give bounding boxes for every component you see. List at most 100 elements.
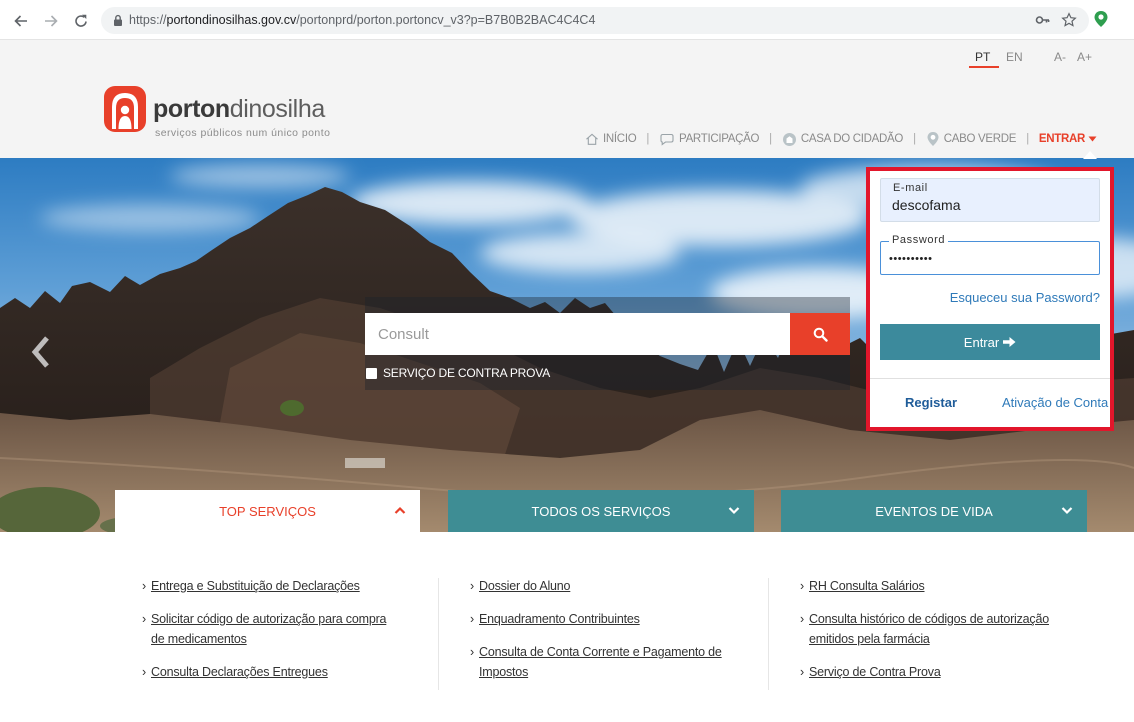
service-link-text: Consulta de Conta Corrente e Pagamento d…: [479, 645, 722, 659]
home-icon: [585, 132, 599, 146]
language-en[interactable]: EN: [1006, 50, 1023, 64]
active-language-indicator: [969, 66, 999, 68]
bullet: ›: [800, 612, 804, 626]
service-link-text: RH Consulta Salários: [809, 579, 925, 593]
bullet: ›: [142, 665, 146, 679]
service-link-text: Impostos: [479, 665, 529, 679]
password-label: Password: [889, 234, 949, 246]
account-activation-link[interactable]: Ativação de Conta: [1002, 395, 1108, 410]
bullet: ›: [470, 612, 474, 626]
forward-button[interactable]: [42, 12, 60, 30]
nav-separator: |: [1026, 133, 1029, 145]
tab-top-servicos[interactable]: TOP SERVIÇOS: [115, 490, 420, 532]
login-submit-label: Entrar: [963, 334, 1000, 350]
nav-item-inicio[interactable]: INÍCIO: [585, 132, 637, 146]
url-host: portondinosilhas.gov.cv: [166, 13, 297, 27]
login-menu-toggle[interactable]: ENTRAR: [1039, 133, 1097, 145]
font-decrease-button[interactable]: A-: [1054, 50, 1066, 64]
nav-item-label: INÍCIO: [603, 133, 637, 145]
service-link[interactable]: › Entrega e Substituição de Declarações: [142, 576, 442, 596]
search-input[interactable]: [365, 313, 790, 355]
service-link-text: Serviço de Contra Prova: [809, 665, 941, 679]
service-link[interactable]: › RH Consulta Salários: [800, 576, 1100, 596]
bullet: ›: [800, 579, 804, 593]
arrow-right-icon: [1003, 336, 1016, 348]
service-link[interactable]: › Solicitar código de autorização para c…: [142, 609, 442, 649]
font-increase-button[interactable]: A+: [1077, 50, 1092, 64]
services-column-1: › Entrega e Substituição de Declarações …: [142, 576, 442, 695]
tab-todos-os-servicos[interactable]: TODOS OS SERVIÇOS: [448, 490, 754, 532]
service-link[interactable]: › Consulta de Conta Corrente e Pagamento…: [470, 642, 770, 682]
email-label: E-mail: [893, 182, 928, 194]
service-link-text: Enquadramento Contribuintes: [479, 612, 640, 626]
forgot-password-link[interactable]: Esqueceu sua Password?: [950, 290, 1100, 305]
password-field[interactable]: Password: [880, 234, 1100, 275]
service-link[interactable]: › Consulta histórico de códigos de autor…: [800, 609, 1100, 649]
bullet: ›: [470, 579, 474, 593]
url-text[interactable]: https://portondinosilhas.gov.cv/portonpr…: [129, 13, 595, 28]
back-button[interactable]: [12, 12, 30, 30]
login-dropdown-highlight-box: E-mail Password Esqueceu sua Password? E…: [866, 167, 1114, 431]
url-path: /portonprd/porton.portoncv_v3?p=B7B0B2BA…: [296, 13, 596, 27]
service-link-text: Entrega e Substituição de Declarações: [151, 579, 360, 593]
reload-button[interactable]: [72, 12, 90, 30]
brand-name-light: dinosilha: [229, 95, 325, 123]
login-menu-label: ENTRAR: [1038, 133, 1085, 145]
chevron-down-icon: [728, 506, 740, 515]
back-arrow-icon: [14, 15, 27, 27]
logo-icon[interactable]: [104, 86, 146, 132]
service-link-text: Dossier do Aluno: [479, 579, 571, 593]
tab-eventos-de-vida[interactable]: EVENTOS DE VIDA: [781, 490, 1087, 532]
chat-icon: [659, 133, 675, 146]
service-link-text: Consulta histórico de códigos de autoriz…: [809, 612, 1049, 626]
password-input[interactable]: [889, 253, 1089, 265]
nav-separator: |: [913, 133, 916, 145]
contra-prova-option[interactable]: SERVIÇO DE CONTRA PROVA: [366, 366, 550, 380]
nav-item-casa-do-cidadao[interactable]: CASA DO CIDADÃO: [782, 132, 903, 147]
caret-down-icon: [1088, 136, 1097, 142]
column-divider: [438, 578, 439, 690]
bullet: ›: [470, 645, 474, 659]
service-link[interactable]: › Serviço de Contra Prova: [800, 662, 1100, 682]
nav-item-cabo-verde[interactable]: CABO VERDE: [926, 131, 1016, 147]
brand-name[interactable]: portondinosilha: [153, 95, 325, 123]
login-submit-button[interactable]: Entrar: [880, 324, 1100, 360]
browser-toolbar: https://portondinosilhas.gov.cv/portonpr…: [0, 0, 1134, 40]
address-bar[interactable]: https://portondinosilhas.gov.cv/portonpr…: [101, 7, 1089, 34]
service-link[interactable]: › Consulta Declarações Entregues: [142, 662, 442, 682]
language-pt[interactable]: PT: [975, 50, 990, 64]
carousel-prev-icon[interactable]: [30, 335, 52, 369]
service-link[interactable]: › Enquadramento Contribuintes: [470, 609, 770, 629]
tab-label: EVENTOS DE VIDA: [875, 503, 993, 519]
key-icon[interactable]: [1035, 12, 1051, 28]
bullet: ›: [800, 665, 804, 679]
contra-prova-checkbox[interactable]: [366, 367, 377, 379]
contra-prova-label: SERVIÇO DE CONTRA PROVA: [383, 366, 550, 380]
map-pin-icon: [926, 131, 940, 147]
nav-item-label: CASA DO CIDADÃO: [800, 133, 904, 145]
service-link[interactable]: › Dossier do Aluno: [470, 576, 770, 596]
reload-icon: [75, 14, 87, 27]
bullet: ›: [142, 579, 146, 593]
tab-label: TODOS OS SERVIÇOS: [531, 503, 671, 519]
dropdown-pointer: [1083, 151, 1097, 159]
column-divider: [768, 578, 769, 690]
tab-label: TOP SERVIÇOS: [219, 503, 316, 519]
search-icon: [813, 327, 828, 342]
brand-tagline: serviços públicos num único ponto: [155, 127, 331, 139]
bullet: ›: [142, 612, 146, 626]
extension-icon[interactable]: [1093, 10, 1109, 28]
nav-separator: |: [646, 133, 650, 145]
register-link[interactable]: Registar: [905, 395, 957, 410]
nav-item-participacao[interactable]: PARTICIPAÇÃO: [659, 133, 759, 146]
chevron-down-icon: [1061, 506, 1073, 515]
search-button[interactable]: [790, 313, 850, 355]
main-nav: INÍCIO | PARTICIPAÇÃO | CASA DO CIDADÃO …: [585, 130, 1097, 148]
star-icon[interactable]: [1061, 12, 1077, 28]
nav-item-label: PARTICIPAÇÃO: [679, 133, 760, 145]
email-input[interactable]: [892, 197, 1092, 213]
services-column-3: › RH Consulta Salários › Consulta histór…: [800, 576, 1100, 695]
service-link-text: Solicitar código de autorização para com…: [151, 612, 387, 626]
nav-item-label: CABO VERDE: [943, 133, 1017, 145]
email-field[interactable]: E-mail: [880, 178, 1100, 222]
